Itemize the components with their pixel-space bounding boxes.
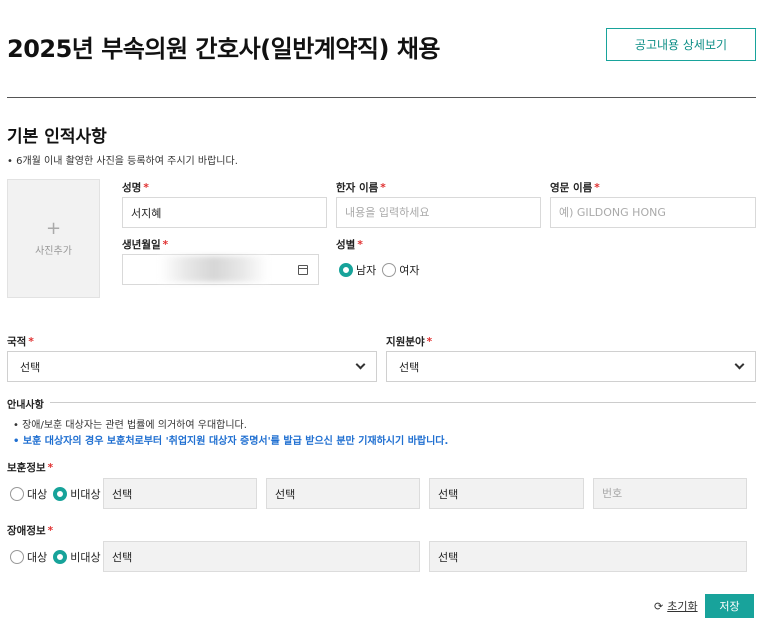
guide-line-2: • 보훈 대상자의 경우 보훈처로부터 '취업지원 대상자 증명서'를 발급 받…	[13, 436, 449, 447]
nationality-value: 선택	[20, 360, 41, 374]
english-name-input[interactable]	[550, 197, 756, 228]
veteran-select-3[interactable]: 선택	[429, 478, 584, 509]
radio-unchecked[interactable]	[10, 487, 24, 501]
veteran-select-1[interactable]: 선택	[103, 478, 257, 509]
veteran-radio-group: 대상 비대상	[10, 486, 107, 502]
field-label-text: 지원분야	[386, 336, 425, 348]
gender-male-label: 남자	[356, 264, 377, 277]
hanja-name-input[interactable]	[336, 197, 541, 228]
disability-label: 장애정보 *	[7, 523, 53, 538]
required-mark: *	[28, 336, 34, 348]
name-label: 성명 *	[122, 180, 149, 195]
plus-icon: +	[45, 218, 62, 239]
veteran-target-label: 대상	[27, 488, 48, 501]
nationality-label-text: 국적	[7, 336, 27, 348]
english-name-label: 영문 이름 *	[550, 180, 600, 195]
photo-note: • 6개월 이내 촬영한 사진을 등록하여 주시기 바랍니다.	[7, 156, 238, 167]
redacted-birthdate	[160, 256, 268, 282]
veteran-target-option[interactable]: 대상	[10, 486, 47, 502]
nationality-select[interactable]: 선택	[7, 351, 377, 382]
gender-label: 성별 *	[336, 237, 363, 252]
refresh-icon: ⟳	[654, 599, 664, 613]
disability-target-label: 대상	[27, 551, 48, 564]
hanja-name-label-text: 한자 이름	[336, 182, 379, 194]
disability-nontarget-label: 비대상	[70, 551, 101, 564]
veteran-nontarget-option[interactable]: 비대상	[53, 486, 101, 502]
page-title: 2025년 부속의원 간호사(일반계약직) 채용	[7, 35, 441, 63]
chevron-down-icon	[355, 359, 366, 370]
required-mark: *	[594, 182, 600, 194]
reset-button[interactable]: ⟳ 초기화	[654, 598, 698, 614]
section-title: 기본 인적사항	[7, 127, 107, 147]
disability-nontarget-option[interactable]: 비대상	[53, 549, 101, 565]
photo-upload[interactable]: + 사진추가	[7, 179, 100, 298]
required-mark: *	[380, 182, 386, 194]
header-divider	[7, 97, 756, 98]
guide-divider	[50, 402, 756, 403]
veteran-label: 보훈정보 *	[7, 460, 53, 475]
gender-male-option[interactable]: 남자	[339, 262, 376, 278]
radio-unchecked[interactable]	[382, 263, 397, 277]
nationality-label: 국적 *	[7, 334, 34, 349]
hanja-name-label: 한자 이름 *	[336, 180, 386, 195]
radio-checked[interactable]	[53, 487, 68, 501]
radio-unchecked[interactable]	[10, 550, 24, 564]
birth-label: 생년월일 *	[122, 237, 168, 252]
required-mark: *	[426, 336, 433, 348]
photo-upload-label: 사진추가	[35, 246, 72, 257]
required-mark: *	[143, 182, 149, 194]
veteran-label-text: 보훈정보	[7, 462, 46, 474]
veteran-nontarget-label: 비대상	[70, 488, 101, 501]
radio-checked[interactable]	[53, 550, 68, 564]
guide-line-1: • 장애/보훈 대상자는 관련 법률에 의거하여 우대합니다.	[13, 420, 247, 431]
disability-select-2[interactable]: 선택	[429, 541, 747, 572]
veteran-number-input[interactable]	[593, 478, 747, 509]
calendar-icon[interactable]	[298, 264, 308, 275]
field-label: 지원분야 *	[386, 334, 432, 349]
required-mark: *	[47, 525, 54, 537]
english-name-label-text: 영문 이름	[550, 182, 593, 194]
reset-label: 초기화	[667, 600, 698, 613]
veteran-select-2[interactable]: 선택	[266, 478, 420, 509]
disability-label-text: 장애정보	[7, 525, 46, 537]
field-value: 선택	[399, 360, 420, 374]
chevron-down-icon	[734, 359, 745, 370]
guide-title: 안내사항	[7, 400, 44, 411]
name-input[interactable]	[122, 197, 327, 228]
gender-female-option[interactable]: 여자	[382, 262, 420, 278]
required-mark: *	[357, 239, 363, 251]
radio-checked[interactable]	[339, 263, 353, 277]
gender-radio-group: 남자 여자	[339, 262, 426, 278]
birth-label-text: 생년월일	[122, 239, 161, 251]
required-mark: *	[162, 239, 169, 251]
disability-select-1[interactable]: 선택	[103, 541, 420, 572]
save-button[interactable]: 저장	[705, 594, 754, 618]
name-label-text: 성명	[122, 182, 142, 194]
required-mark: *	[47, 462, 54, 474]
disability-target-option[interactable]: 대상	[10, 549, 47, 565]
field-select[interactable]: 선택	[386, 351, 756, 382]
notice-detail-button[interactable]: 공고내용 상세보기	[606, 28, 756, 61]
gender-label-text: 성별	[336, 239, 356, 251]
gender-female-label: 여자	[399, 264, 420, 277]
disability-radio-group: 대상 비대상	[10, 549, 107, 565]
